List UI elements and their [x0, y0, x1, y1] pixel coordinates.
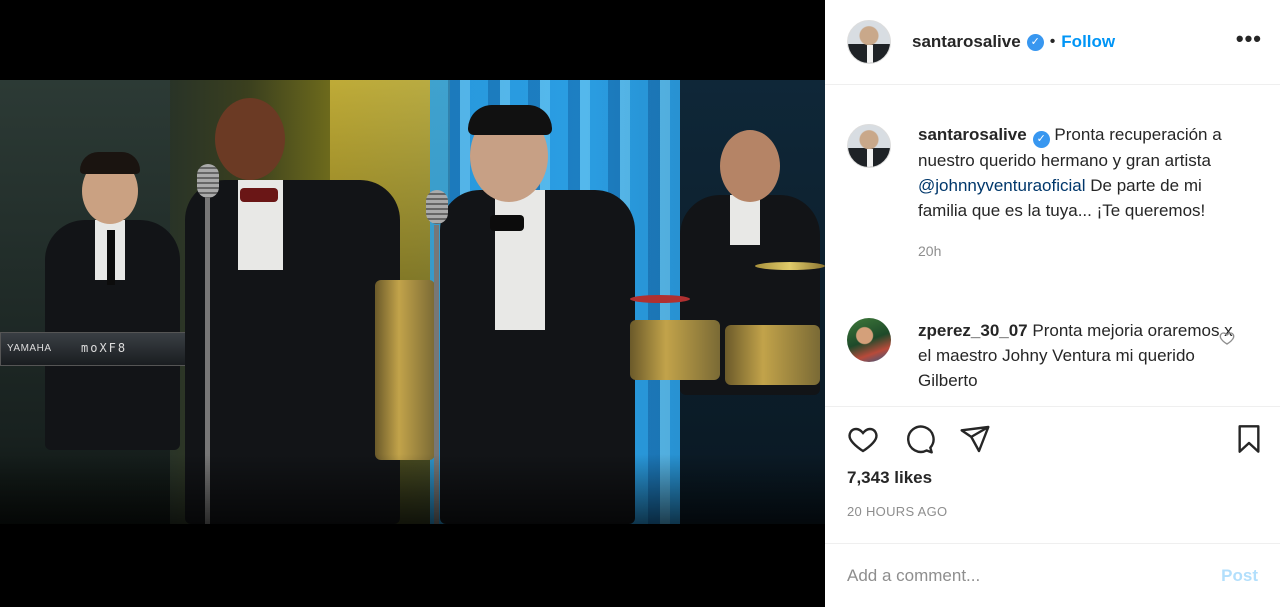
post-actions-bar	[825, 406, 1280, 456]
post-caption: santarosalive ✓ Pronta recuperación a nue…	[847, 122, 1267, 264]
caption-mention-link[interactable]: @johnnyventuraoficial	[918, 176, 1086, 195]
post-comment-button[interactable]: Post	[1221, 566, 1258, 586]
follow-button[interactable]: Follow	[1061, 32, 1115, 52]
post-header: santarosalive ✓ • Follow •••	[825, 0, 1280, 85]
caption-username[interactable]: santarosalive	[918, 125, 1027, 144]
cymbal	[755, 262, 825, 270]
conga-drum	[375, 280, 435, 460]
cowbell	[630, 295, 690, 303]
post-photo[interactable]: YAMAHA moXF8	[0, 80, 825, 524]
microphone-right-icon	[426, 190, 448, 224]
post-media[interactable]: YAMAHA moXF8	[0, 0, 825, 607]
author-username[interactable]: santarosalive	[912, 32, 1021, 52]
comment-item: zperez_30_07 Pronta mejoria oraremos x e…	[847, 318, 1267, 393]
comment-like-heart-icon[interactable]	[1219, 330, 1235, 346]
likes-count[interactable]: 7,343 likes	[847, 468, 932, 488]
timbale-drum-left	[630, 320, 720, 380]
comment-icon[interactable]	[903, 423, 935, 455]
header-separator: •	[1049, 33, 1056, 50]
author-avatar[interactable]	[847, 20, 891, 64]
microphone-left-icon	[197, 164, 219, 198]
stage-floor-shadow	[0, 454, 825, 524]
caption-body: santarosalive ✓ Pronta recuperación a nue…	[918, 122, 1253, 264]
commenter-avatar[interactable]	[847, 318, 891, 362]
keyboard-model-label: moXF8	[81, 341, 128, 355]
add-comment-section: Post	[825, 543, 1280, 607]
caption-author-avatar[interactable]	[847, 124, 891, 168]
bookmark-icon[interactable]	[1233, 423, 1265, 455]
comment-input[interactable]	[847, 565, 1222, 586]
timbale-drum-right	[725, 325, 820, 385]
keyboard-instrument: YAMAHA moXF8	[0, 332, 195, 366]
verified-badge-icon: ✓	[1026, 33, 1044, 51]
caption-verified-badge-icon: ✓	[1032, 131, 1050, 148]
post-timestamp[interactable]: 20 HOURS AGO	[847, 504, 947, 519]
commenter-username[interactable]: zperez_30_07	[918, 321, 1028, 340]
share-icon[interactable]	[959, 423, 991, 455]
more-options-icon[interactable]: •••	[1236, 28, 1262, 50]
heart-icon[interactable]	[847, 423, 879, 455]
comment-body: zperez_30_07 Pronta mejoria oraremos x e…	[918, 318, 1238, 393]
keyboard-brand-label: YAMAHA	[7, 343, 52, 354]
caption-time[interactable]: 20h	[918, 239, 1253, 264]
post-sidebar: santarosalive ✓ • Follow ••• santarosali…	[825, 0, 1280, 607]
comments-list[interactable]: santarosalive ✓ Pronta recuperación a nue…	[825, 86, 1280, 406]
